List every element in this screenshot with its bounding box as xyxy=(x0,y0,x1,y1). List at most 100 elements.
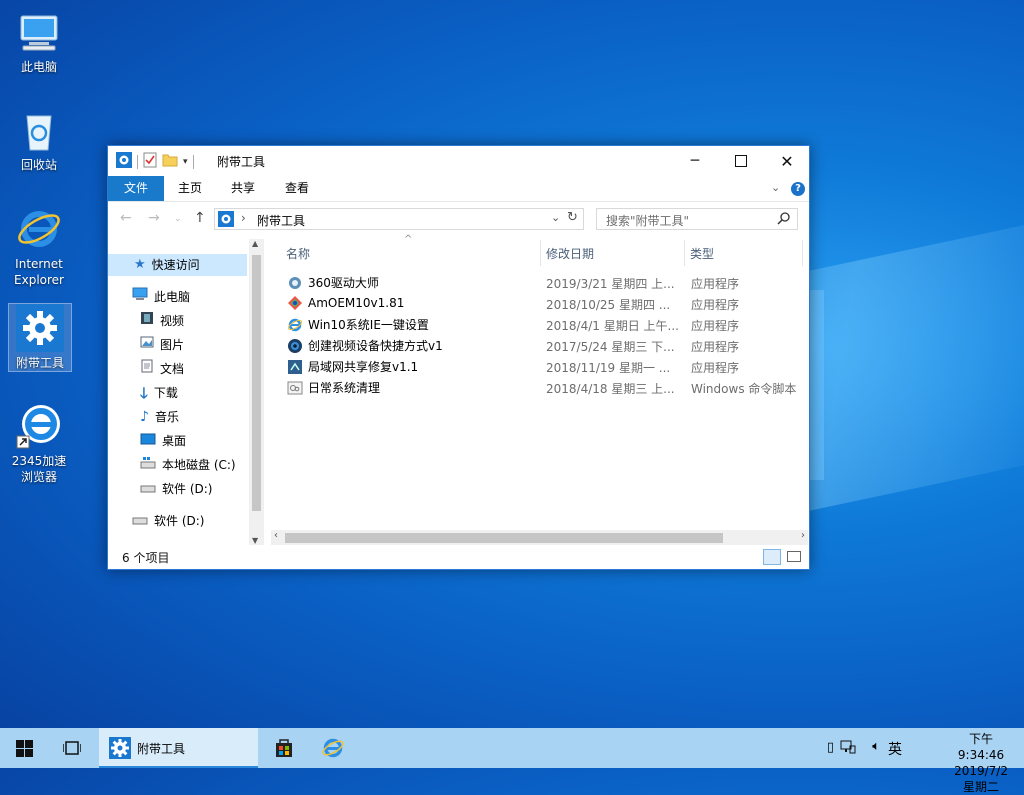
scroll-right-icon[interactable]: › xyxy=(801,530,805,541)
clock[interactable]: 下午 9:34:46 2019/7/2 星期二 xyxy=(954,731,1008,795)
computer-icon xyxy=(132,286,148,308)
maximize-icon xyxy=(735,155,747,167)
scroll-left-icon[interactable]: ‹ xyxy=(274,530,278,541)
ime-indicator[interactable]: 英 xyxy=(888,739,902,759)
gear-folder-icon xyxy=(16,304,64,352)
column-header-name[interactable]: 名称 xyxy=(286,242,310,266)
nav-item-music[interactable]: ♪ 音乐 xyxy=(140,406,179,428)
toolbar-divider xyxy=(137,154,138,169)
new-folder-icon[interactable] xyxy=(162,152,178,171)
camera-app-icon xyxy=(287,338,303,354)
desktop-icon-2345-browser[interactable]: 2345加速浏览器 xyxy=(8,402,70,485)
address-bar[interactable]: › 附带工具 ⌄ ↻ xyxy=(214,208,584,230)
task-view-icon[interactable] xyxy=(62,740,82,759)
file-row[interactable]: AmOEM10v1.81 2018/10/25 星期四 ... 应用程序 xyxy=(278,293,805,314)
desktop-icon-this-pc[interactable]: 此电脑 xyxy=(8,8,70,75)
file-date: 2019/3/21 星期四 上... xyxy=(546,277,675,291)
file-row[interactable]: Win10系统IE一键设置 2018/4/1 星期日 上午... 应用程序 xyxy=(278,314,805,335)
usb-device-icon[interactable]: ▯ xyxy=(827,740,834,755)
file-type: 应用程序 xyxy=(691,298,740,312)
nav-scrollbar[interactable]: ▲ ▼ xyxy=(249,239,264,545)
file-date: 2018/10/25 星期四 ... xyxy=(546,298,671,312)
refresh-icon[interactable]: ↻ xyxy=(567,210,578,225)
list-horizontal-scrollbar[interactable]: ‹ › xyxy=(271,530,808,546)
file-date: 2018/11/19 星期一 ... xyxy=(546,361,671,375)
network-icon[interactable] xyxy=(840,740,856,757)
column-divider[interactable] xyxy=(540,240,541,266)
file-row[interactable]: 创建视频设备快捷方式v1 2017/5/24 星期三 下... 应用程序 xyxy=(278,335,805,356)
forward-arrow-icon[interactable]: → xyxy=(148,210,160,226)
minimize-button[interactable]: ─ xyxy=(672,146,718,176)
large-icons-view-icon[interactable] xyxy=(787,551,801,562)
column-header-date[interactable]: 修改日期 xyxy=(546,242,594,266)
maximize-button[interactable] xyxy=(718,146,764,176)
details-view-icon[interactable] xyxy=(763,549,781,565)
gear-app-icon[interactable] xyxy=(116,152,132,171)
nav-item-videos[interactable]: 视频 xyxy=(140,310,184,332)
navigation-bar: ← → ⌄ ↑ › 附带工具 ⌄ ↻ 搜索"附带工具" xyxy=(108,202,809,235)
clock-time: 下午 9:34:46 xyxy=(957,732,1005,762)
search-input[interactable]: 搜索"附带工具" xyxy=(596,208,798,230)
nav-item-this-pc[interactable]: 此电脑 xyxy=(132,286,190,308)
desktop-icon-label: 回收站 xyxy=(20,158,57,172)
file-row[interactable]: 日常系统清理 2018/4/18 星期三 上... Windows 命令脚本 xyxy=(278,377,805,398)
column-divider[interactable] xyxy=(684,240,685,266)
file-name: 局域网共享修复v1.1 xyxy=(308,360,419,374)
customize-toolbar-icon[interactable]: ▾ xyxy=(183,157,188,167)
windows-start-icon[interactable] xyxy=(16,740,33,760)
nav-item-documents[interactable]: 文档 xyxy=(140,358,184,380)
recent-locations-icon[interactable]: ⌄ xyxy=(174,214,182,224)
quick-access-toolbar: ▾ xyxy=(116,152,194,171)
column-header-type[interactable]: 类型 xyxy=(690,242,714,266)
scroll-down-icon[interactable]: ▼ xyxy=(252,536,258,545)
oem-app-icon xyxy=(287,295,303,311)
windows-drive-icon xyxy=(140,454,156,476)
nav-label: 桌面 xyxy=(162,434,187,448)
drive-icon xyxy=(132,510,148,532)
volume-icon[interactable]: 🔈︎ xyxy=(872,739,880,754)
tab-home[interactable]: 主页 xyxy=(170,176,210,201)
nav-item-downloads[interactable]: 🡓 下载 xyxy=(140,382,178,404)
nav-item-drive-d-root[interactable]: 软件 (D:) xyxy=(132,510,204,532)
nav-item-drive-d[interactable]: 软件 (D:) xyxy=(140,478,212,500)
nav-item-quick-access[interactable]: ★ 快速访问 xyxy=(108,254,247,276)
desktop-icon-internet-explorer[interactable]: Internet Explorer xyxy=(8,205,70,288)
nav-label: 软件 (D:) xyxy=(162,482,213,496)
file-name: AmOEM10v1.81 xyxy=(308,296,405,310)
file-name: 创建视频设备快捷方式v1 xyxy=(308,339,443,353)
script-icon xyxy=(287,380,303,396)
document-icon xyxy=(140,358,154,380)
ie-taskbar-icon[interactable] xyxy=(321,736,345,763)
browser-shortcut-icon xyxy=(15,402,63,450)
file-row[interactable]: 360驱动大师 2019/3/21 星期四 上... 应用程序 xyxy=(278,272,805,293)
desktop-icon-tools-folder[interactable]: 附带工具 xyxy=(8,303,72,372)
sort-ascending-icon: ^ xyxy=(404,234,413,245)
tab-view[interactable]: 查看 xyxy=(277,176,317,201)
nav-item-drive-c[interactable]: 本地磁盘 (C:) xyxy=(140,454,236,476)
search-icon[interactable] xyxy=(777,211,791,228)
tab-file[interactable]: 文件 xyxy=(108,176,164,201)
breadcrumb-chevron-icon: › xyxy=(241,211,246,225)
desktop-icon-recycle-bin[interactable]: 回收站 xyxy=(8,106,70,173)
scrollbar-thumb[interactable] xyxy=(285,533,723,543)
expand-ribbon-icon[interactable]: ⌄ xyxy=(771,181,780,194)
nav-item-pictures[interactable]: 图片 xyxy=(140,334,184,356)
tab-share[interactable]: 共享 xyxy=(223,176,263,201)
file-row[interactable]: 局域网共享修复v1.1 2018/11/19 星期一 ... 应用程序 xyxy=(278,356,805,377)
picture-icon xyxy=(140,334,154,356)
scroll-up-icon[interactable]: ▲ xyxy=(252,239,258,248)
up-arrow-icon[interactable]: ↑ xyxy=(194,210,206,226)
nav-item-desktop[interactable]: 桌面 xyxy=(140,430,186,452)
close-button[interactable]: ✕ xyxy=(764,146,810,176)
breadcrumb[interactable]: 附带工具 xyxy=(257,212,305,229)
close-icon: ✕ xyxy=(780,151,794,171)
scrollbar-thumb[interactable] xyxy=(252,255,261,511)
address-dropdown-icon[interactable]: ⌄ xyxy=(551,211,560,224)
help-icon[interactable]: ? xyxy=(791,182,805,196)
properties-icon[interactable] xyxy=(143,152,157,171)
store-icon[interactable] xyxy=(273,737,295,762)
title-bar[interactable]: ▾ 附带工具 ─ ✕ xyxy=(108,146,809,176)
column-divider[interactable] xyxy=(802,240,803,266)
back-arrow-icon[interactable]: ← xyxy=(120,210,132,226)
taskbar-app-explorer[interactable]: 附带工具 xyxy=(99,728,258,768)
